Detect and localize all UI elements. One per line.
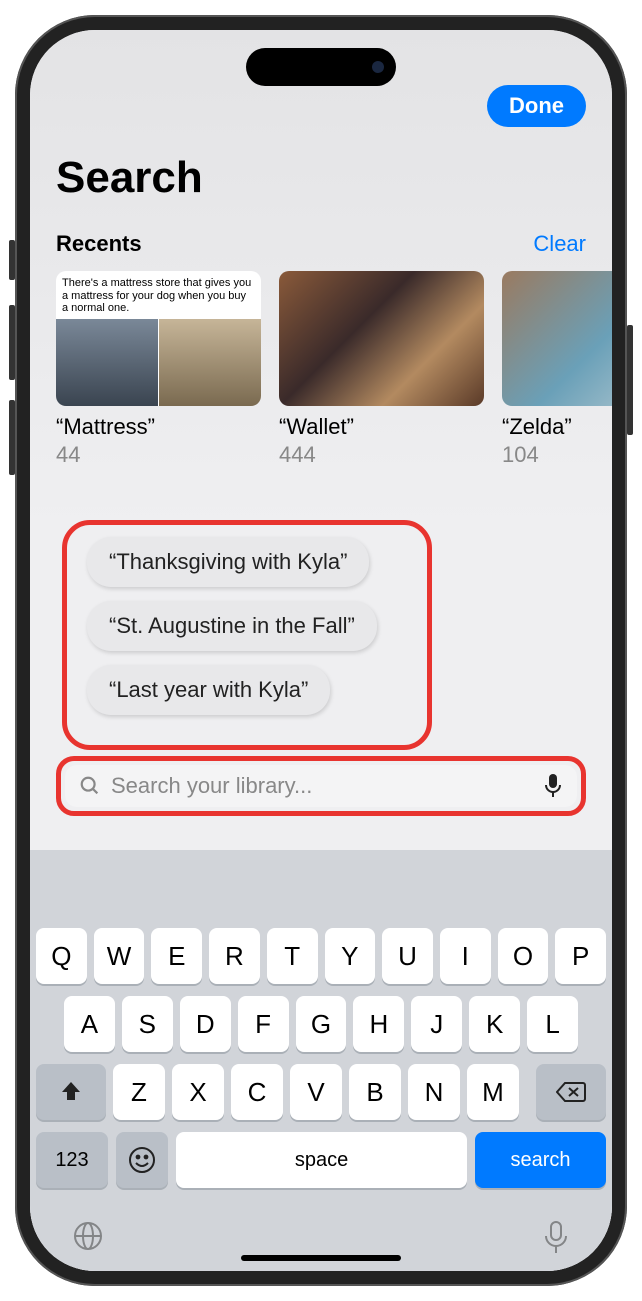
meme-caption: There's a mattress store that gives you … (56, 271, 261, 319)
keyboard-row-1: QWERTYUIOP (36, 928, 606, 984)
key-y[interactable]: Y (325, 928, 376, 984)
backspace-key[interactable] (536, 1064, 606, 1120)
keyboard-bottom (36, 1200, 606, 1261)
key-e[interactable]: E (151, 928, 202, 984)
clear-button[interactable]: Clear (533, 231, 586, 257)
key-l[interactable]: L (527, 996, 578, 1052)
recent-thumbnail (502, 271, 612, 406)
key-m[interactable]: M (467, 1064, 519, 1120)
globe-icon[interactable] (72, 1220, 104, 1261)
recents-row: There's a mattress store that gives you … (30, 267, 612, 472)
recents-label: Recents (56, 231, 142, 257)
microphone-icon[interactable] (543, 773, 563, 799)
recent-title: “Zelda” (502, 414, 612, 440)
screen: Done Search Recents Clear There's a matt… (30, 30, 612, 1271)
key-c[interactable]: C (231, 1064, 283, 1120)
power-button (627, 325, 633, 435)
key-p[interactable]: P (555, 928, 606, 984)
search-icon (79, 775, 101, 797)
key-t[interactable]: T (267, 928, 318, 984)
side-button (9, 240, 15, 280)
dynamic-island (246, 48, 396, 86)
key-a[interactable]: A (64, 996, 115, 1052)
space-key[interactable]: space (176, 1132, 467, 1188)
done-button[interactable]: Done (487, 85, 586, 127)
key-n[interactable]: N (408, 1064, 460, 1120)
key-k[interactable]: K (469, 996, 520, 1052)
recent-title: “Mattress” (56, 414, 261, 440)
numbers-key[interactable]: 123 (36, 1132, 108, 1188)
recent-item-zelda[interactable]: “Zelda” 104 (502, 271, 612, 468)
key-x[interactable]: X (172, 1064, 224, 1120)
keyboard-row-3: ZXCVBNM (36, 1064, 606, 1120)
key-u[interactable]: U (382, 928, 433, 984)
key-f[interactable]: F (238, 996, 289, 1052)
suggestion-chip[interactable]: “St. Augustine in the Fall” (87, 601, 377, 651)
search-key[interactable]: search (475, 1132, 606, 1188)
recent-thumbnail: There's a mattress store that gives you … (56, 271, 261, 406)
key-i[interactable]: I (440, 928, 491, 984)
suggestions-highlight: “Thanksgiving with Kyla” “St. Augustine … (62, 520, 432, 750)
dictation-icon[interactable] (542, 1220, 570, 1261)
key-z[interactable]: Z (113, 1064, 165, 1120)
key-o[interactable]: O (498, 928, 549, 984)
top-bar: Done (30, 85, 612, 135)
key-j[interactable]: J (411, 996, 462, 1052)
key-v[interactable]: V (290, 1064, 342, 1120)
volume-down-button (9, 400, 15, 475)
volume-up-button (9, 305, 15, 380)
keyboard-row-2: ASDFGHJKL (36, 996, 606, 1052)
suggestion-chip[interactable]: “Thanksgiving with Kyla” (87, 537, 369, 587)
key-b[interactable]: B (349, 1064, 401, 1120)
recent-title: “Wallet” (279, 414, 484, 440)
key-q[interactable]: Q (36, 928, 87, 984)
page-title: Search (30, 135, 612, 213)
key-r[interactable]: R (209, 928, 260, 984)
content-area: Done Search Recents Clear There's a matt… (30, 30, 612, 1271)
key-w[interactable]: W (94, 928, 145, 984)
search-bar[interactable] (65, 765, 577, 807)
recent-item-mattress[interactable]: There's a mattress store that gives you … (56, 271, 261, 468)
suggestion-chip[interactable]: “Last year with Kyla” (87, 665, 330, 715)
recent-count: 104 (502, 442, 612, 468)
keyboard-row-4: 123 space search (36, 1132, 606, 1188)
recent-count: 444 (279, 442, 484, 468)
phone-frame: Done Search Recents Clear There's a matt… (15, 15, 627, 1286)
key-s[interactable]: S (122, 996, 173, 1052)
keyboard: QWERTYUIOP ASDFGHJKL ZXCVBNM 123 (30, 850, 612, 1271)
recent-count: 44 (56, 442, 261, 468)
emoji-key[interactable] (116, 1132, 168, 1188)
recents-header: Recents Clear (30, 213, 612, 267)
search-input[interactable] (111, 773, 533, 799)
recent-item-wallet[interactable]: “Wallet” 444 (279, 271, 484, 468)
key-d[interactable]: D (180, 996, 231, 1052)
key-g[interactable]: G (296, 996, 347, 1052)
home-indicator[interactable] (241, 1255, 401, 1261)
shift-key[interactable] (36, 1064, 106, 1120)
recent-thumbnail (279, 271, 484, 406)
key-h[interactable]: H (353, 996, 404, 1052)
search-highlight (56, 756, 586, 816)
